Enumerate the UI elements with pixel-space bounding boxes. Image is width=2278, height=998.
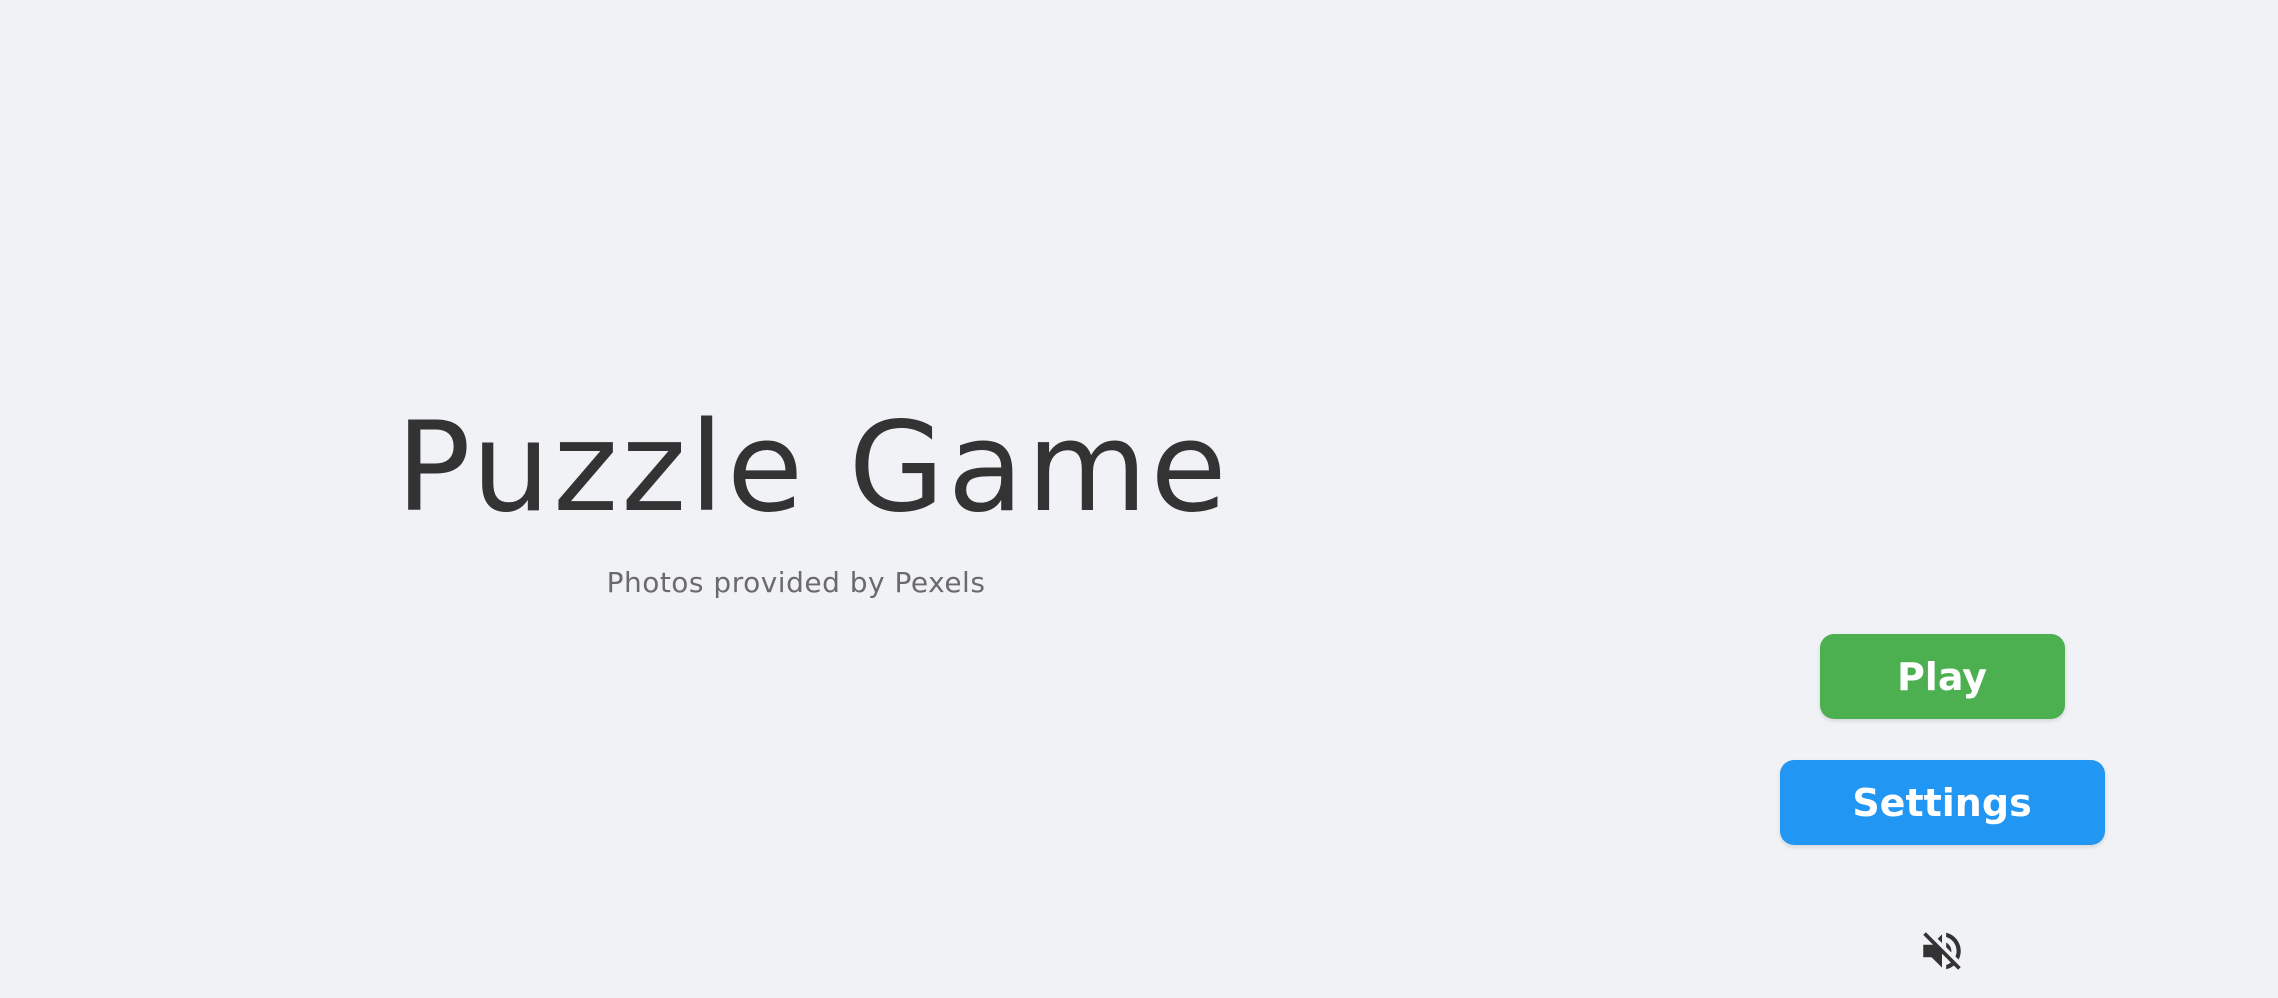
title-block: Puzzle Game Photos provided by Pexels xyxy=(396,396,1230,599)
play-button[interactable]: Play xyxy=(1819,634,2065,719)
sound-toggle-button[interactable] xyxy=(1916,925,1968,977)
photo-credit: Photos provided by Pexels xyxy=(606,566,986,599)
settings-button[interactable]: Settings xyxy=(1779,760,2105,845)
volume-off-icon xyxy=(1923,932,1961,970)
main-menu: Play Settings xyxy=(1640,634,2244,977)
game-title: Puzzle Game xyxy=(396,396,1230,540)
